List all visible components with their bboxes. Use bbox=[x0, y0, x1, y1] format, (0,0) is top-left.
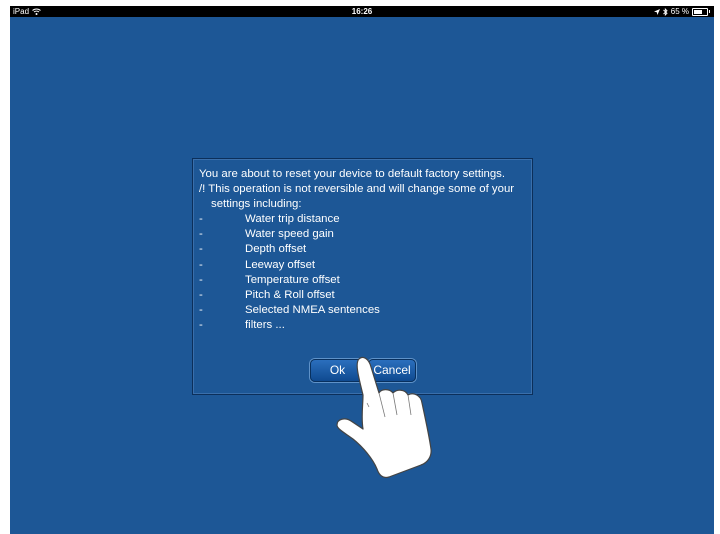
list-item-label: filters ... bbox=[245, 319, 285, 332]
list-item-label: Depth offset bbox=[245, 243, 307, 256]
list-bullet: - bbox=[199, 304, 203, 317]
list-bullet: - bbox=[199, 258, 203, 271]
list-item-label: Selected NMEA sentences bbox=[245, 304, 380, 317]
list-bullet: - bbox=[199, 243, 203, 256]
status-right: 65 % bbox=[653, 6, 710, 17]
list-item-label: Temperature offset bbox=[245, 273, 340, 286]
list-bullet: - bbox=[199, 213, 203, 225]
list-bullet: - bbox=[199, 319, 203, 332]
dialog-message-line-2: /! This operation is not reversible and … bbox=[199, 183, 515, 196]
list-item-label: Water speed gain bbox=[245, 228, 334, 241]
list-bullet: - bbox=[199, 288, 203, 301]
location-arrow-icon bbox=[653, 8, 660, 15]
bluetooth-icon bbox=[662, 7, 668, 16]
device-screen: iPad 16:26 65 % You are about to reset y bbox=[10, 6, 714, 534]
list-bullet: - bbox=[199, 228, 203, 241]
pointing-hand-icon bbox=[336, 356, 432, 479]
battery-level bbox=[694, 10, 702, 14]
dialog-message-line-1: You are about to reset your device to de… bbox=[199, 168, 506, 180]
status-time: 16:26 bbox=[351, 7, 373, 16]
list-item-label: Leeway offset bbox=[245, 258, 316, 271]
list-item-label: Water trip distance bbox=[245, 213, 340, 225]
dialog-message-line-3: settings including: bbox=[211, 198, 302, 211]
list-bullet: - bbox=[199, 273, 203, 286]
list-item-label: Pitch & Roll offset bbox=[245, 288, 335, 301]
battery-tip bbox=[709, 10, 710, 13]
battery-icon bbox=[692, 8, 708, 16]
dialog-message: You are about to reset your device to de… bbox=[199, 167, 534, 213]
battery-percent: 65 % bbox=[670, 7, 689, 16]
status-bar: iPad 16:26 65 % bbox=[10, 6, 714, 17]
